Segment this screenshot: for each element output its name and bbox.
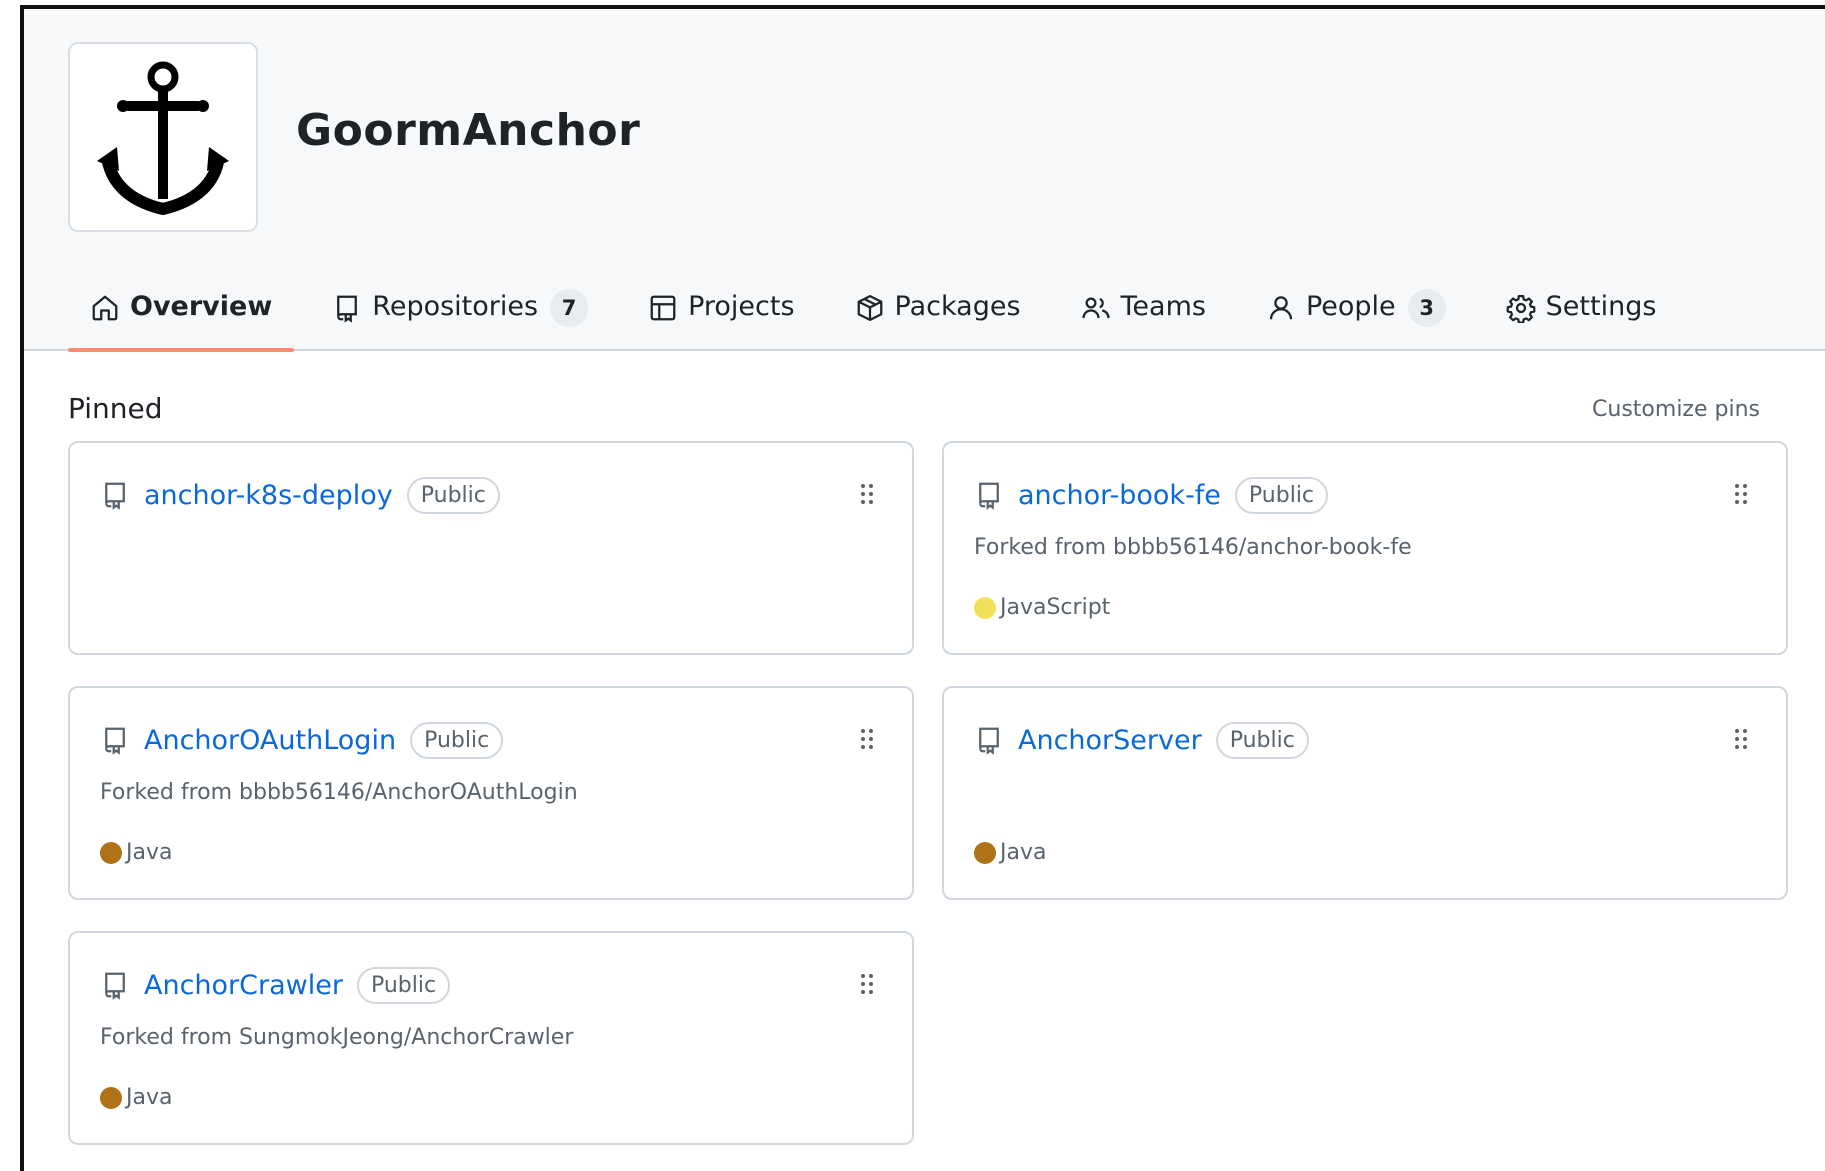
tab-label: Overview — [130, 291, 273, 322]
language-color-dot — [100, 841, 122, 864]
language-color-dot — [974, 596, 996, 619]
repo-icon — [100, 724, 130, 756]
org-avatar[interactable] — [68, 42, 258, 232]
forked-from-text: Forked from bbbb56146/anchor-book-fe — [974, 535, 1412, 560]
pinned-repo-card: AnchorServer Public Java — [942, 686, 1788, 900]
visibility-badge: Public — [1234, 477, 1329, 514]
drag-handle-icon[interactable] — [860, 728, 874, 750]
tab-label: Settings — [1545, 291, 1657, 322]
pinned-repo-card: anchor-k8s-deploy Public — [68, 441, 914, 655]
page-frame: GoormAnchor Overview Repositories 7 Proj — [20, 5, 1825, 1171]
repo-language: JavaScript — [974, 595, 1110, 620]
forked-from-text: Forked from SungmokJeong/AnchorCrawler — [100, 1025, 574, 1050]
visibility-badge: Public — [410, 722, 504, 759]
language-label: JavaScript — [1000, 595, 1111, 620]
tab-label: Teams — [1120, 291, 1206, 322]
tab-label: People — [1305, 291, 1396, 322]
repo-icon — [974, 479, 1004, 511]
tab-repositories[interactable]: Repositories 7 — [310, 279, 610, 351]
people-icon — [1081, 293, 1111, 323]
repo-language: Java — [100, 1085, 172, 1110]
visibility-badge: Public — [1215, 722, 1309, 759]
repo-icon — [100, 969, 130, 1001]
repo-icon — [100, 479, 130, 511]
package-icon — [855, 293, 885, 323]
tab-teams[interactable]: Teams — [1059, 279, 1228, 351]
repo-name-link[interactable]: AnchorServer — [1018, 725, 1202, 756]
pinned-repo-card: anchor-book-fe Public Forked from bbbb56… — [942, 441, 1788, 655]
language-color-dot — [974, 841, 996, 864]
drag-handle-icon[interactable] — [1734, 483, 1748, 505]
repo-icon — [974, 724, 1004, 756]
people-count-badge: 3 — [1407, 289, 1446, 327]
repo-name-link[interactable]: AnchorCrawler — [144, 970, 343, 1001]
anchor-icon — [97, 61, 229, 216]
tab-settings[interactable]: Settings — [1484, 279, 1679, 351]
language-label: Java — [126, 1085, 173, 1110]
table-icon — [648, 293, 678, 323]
pinned-repo-card: AnchorOAuthLogin Public Forked from bbbb… — [68, 686, 914, 900]
drag-handle-icon[interactable] — [1734, 728, 1748, 750]
drag-handle-icon[interactable] — [860, 973, 874, 995]
tab-label: Repositories — [372, 291, 539, 322]
language-label: Java — [126, 840, 173, 865]
visibility-badge: Public — [406, 477, 500, 514]
tab-label: Projects — [688, 291, 795, 322]
repo-language: Java — [974, 840, 1046, 865]
language-label: Java — [1000, 840, 1047, 865]
pinned-repo-card: AnchorCrawler Public Forked from Sungmok… — [68, 931, 914, 1145]
tab-packages[interactable]: Packages — [833, 279, 1043, 351]
tab-overview[interactable]: Overview — [68, 279, 295, 352]
drag-handle-icon[interactable] — [860, 483, 874, 505]
repo-name-link[interactable]: anchor-book-fe — [1018, 480, 1221, 511]
visibility-badge: Public — [356, 967, 451, 1004]
tab-projects[interactable]: Projects — [626, 279, 816, 351]
person-icon — [1266, 293, 1296, 323]
org-header: GoormAnchor Overview Repositories 7 Proj — [24, 9, 1825, 352]
customize-pins-link[interactable]: Customize pins — [1592, 397, 1760, 422]
language-color-dot — [100, 1086, 122, 1109]
repositories-count-badge: 7 — [550, 289, 589, 327]
home-icon — [90, 293, 120, 323]
gear-icon — [1506, 293, 1536, 323]
org-nav-tabs: Overview Repositories 7 Projects Package… — [68, 279, 1694, 352]
forked-from-text: Forked from bbbb56146/AnchorOAuthLogin — [100, 780, 578, 805]
repo-language: Java — [100, 840, 172, 865]
repo-name-link[interactable]: anchor-k8s-deploy — [144, 480, 393, 511]
tab-people[interactable]: People 3 — [1244, 279, 1468, 351]
repo-name-link[interactable]: AnchorOAuthLogin — [144, 725, 396, 756]
repo-icon — [332, 293, 362, 323]
org-name: GoormAnchor — [296, 105, 641, 156]
tab-label: Packages — [894, 291, 1021, 322]
pinned-heading: Pinned — [68, 392, 163, 425]
